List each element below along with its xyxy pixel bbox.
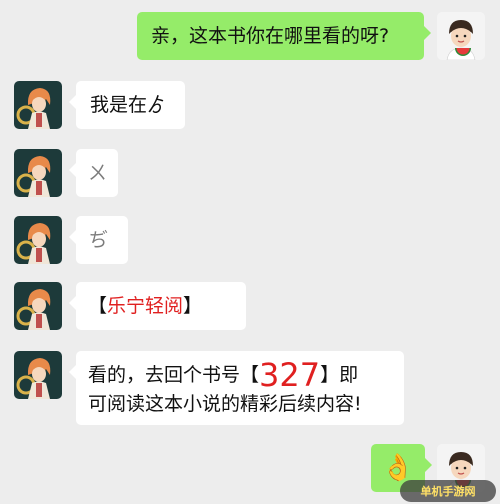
- message-text: 我是在ゟ: [90, 94, 167, 116]
- message-line-2: 可阅读这本小说的精彩后续内容!: [88, 393, 362, 415]
- contact-avatar[interactable]: [14, 282, 62, 330]
- message-text: 亲，这本书你在哪里看的呀?: [151, 25, 390, 47]
- contact-avatar[interactable]: [14, 149, 62, 197]
- book-code: 327: [259, 356, 321, 394]
- anime-character-icon: [14, 351, 62, 399]
- ok-hand-emoji: 👌: [381, 453, 415, 483]
- message-text: 看的，去回个书号【: [88, 364, 260, 386]
- anime-character-icon: [14, 282, 62, 330]
- message-text: ぢ: [89, 229, 108, 251]
- anime-character-icon: [14, 149, 62, 197]
- watermark-text: 单机手游网: [420, 485, 476, 498]
- message-text: ㄨ: [88, 162, 107, 184]
- cartoon-girl-icon: [437, 12, 485, 60]
- message-bubble-received[interactable]: ㄨ: [69, 149, 118, 197]
- anime-character-icon: [14, 216, 62, 264]
- bracket-open: 【: [88, 295, 108, 317]
- message-bubble-received[interactable]: 我是在ゟ: [69, 81, 185, 129]
- message-bubble-received[interactable]: 看的，去回个书号【 327 】即 可阅读这本小说的精彩后续内容!: [69, 351, 404, 425]
- app-name: 乐宁轻阅: [107, 295, 184, 317]
- user-avatar[interactable]: [437, 12, 485, 60]
- contact-avatar[interactable]: [14, 216, 62, 264]
- contact-avatar[interactable]: [14, 351, 62, 399]
- anime-character-icon: [14, 81, 62, 129]
- watermark-badge: 单机手游网: [400, 480, 496, 502]
- message-line-1: 看的，去回个书号【 327 】即: [88, 359, 392, 391]
- bracket-close: 】: [183, 295, 203, 317]
- message-bubble-received[interactable]: ぢ: [69, 216, 128, 264]
- message-text: 】即: [320, 364, 359, 386]
- contact-avatar[interactable]: [14, 81, 62, 129]
- message-bubble-received[interactable]: 【乐宁轻阅】: [69, 282, 246, 330]
- message-bubble-sent[interactable]: 亲，这本书你在哪里看的呀?: [137, 12, 431, 60]
